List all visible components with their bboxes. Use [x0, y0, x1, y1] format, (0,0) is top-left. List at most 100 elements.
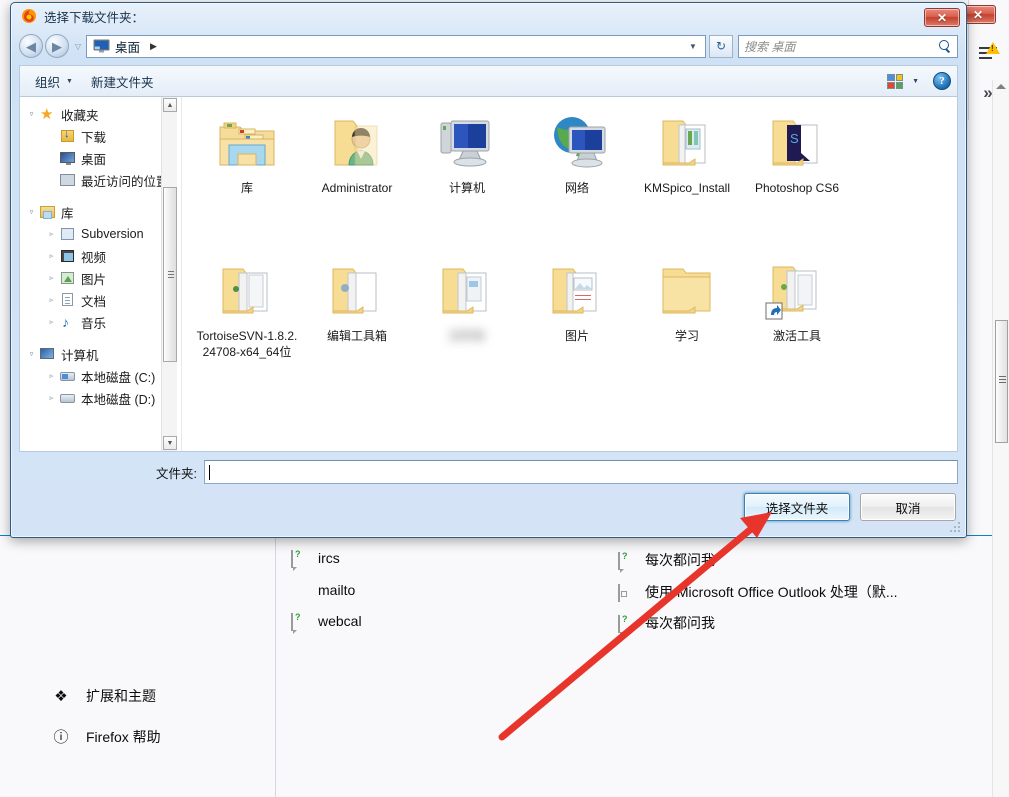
list-item[interactable]: 每次都问我 — [618, 613, 715, 633]
sidebar-item-computer[interactable]: ▿ 计算机 — [20, 343, 177, 365]
organize-button[interactable]: 组织 ▼ — [26, 68, 82, 95]
list-item[interactable]: 使用 Microsoft Office Outlook 处理（默... — [618, 582, 898, 602]
puzzle-piece-icon: ❖ — [54, 688, 68, 705]
scrollbar-thumb[interactable] — [995, 320, 1008, 443]
expander-icon[interactable]: ▹ — [44, 318, 59, 326]
expander-icon[interactable]: ▿ — [24, 208, 39, 216]
sidebar-item-firefox-help[interactable]: ⓘ Firefox 帮助 — [52, 726, 161, 747]
dialog-body: ▿ ★ 收藏夹 下载 桌面 最近访问的位置 ▿ — [19, 96, 958, 452]
refresh-icon[interactable]: ↻ — [709, 34, 733, 58]
list-item[interactable]: Administrator — [302, 105, 412, 253]
sidebar-item-label: 视频 — [81, 250, 107, 265]
hamburger-menu-icon[interactable] — [973, 38, 1003, 68]
sidebar-item-label: 文档 — [81, 294, 107, 309]
expander-icon[interactable]: ▹ — [44, 230, 59, 238]
folder-name-row: 文件夹: — [19, 458, 958, 486]
firefox-logo-icon — [21, 8, 37, 24]
unknown-protocol-icon — [618, 615, 634, 633]
expander-icon[interactable]: ▿ — [24, 350, 39, 358]
list-item[interactable]: 图片 — [522, 253, 632, 401]
list-item[interactable]: S Photoshop CS6 — [742, 105, 852, 253]
sidebar-item-extensions-themes[interactable]: ❖ 扩展和主题 — [52, 686, 156, 706]
expander-icon[interactable]: ▿ — [24, 110, 39, 118]
choose-folder-button[interactable]: 选择文件夹 — [744, 493, 850, 521]
navigation-tree[interactable]: ▿ ★ 收藏夹 下载 桌面 最近访问的位置 ▿ — [20, 97, 177, 451]
sidebar-item-label: Firefox 帮助 — [86, 728, 161, 745]
forward-arrow-icon[interactable]: ▶ — [45, 34, 69, 58]
sidebar-item-pictures[interactable]: ▹ 图片 — [20, 267, 177, 289]
list-item[interactable]: 学习 — [632, 253, 742, 401]
breadcrumb-separator-icon[interactable]: ▶ — [150, 41, 157, 52]
folder-photoshop-icon: S — [765, 113, 829, 173]
sidebar-item-recent-places[interactable]: 最近访问的位置 — [20, 169, 177, 191]
list-item[interactable]: 编辑工具箱 — [302, 253, 412, 401]
list-item[interactable]: ircs — [291, 550, 340, 568]
sidebar-item-label: Subversion — [81, 227, 144, 241]
folder-icon — [655, 261, 719, 321]
back-arrow-icon[interactable]: ◀ — [19, 34, 43, 58]
expander-icon[interactable]: ▹ — [44, 394, 59, 402]
tree-scrollbar-thumb[interactable] — [163, 187, 177, 362]
file-list-scrollbar[interactable] — [941, 97, 957, 451]
list-item[interactable]: 网络 — [522, 105, 632, 253]
sidebar-item-subversion[interactable]: ▹ Subversion — [20, 223, 177, 245]
tree-scrollbar[interactable]: ▲ ▼ — [161, 97, 177, 451]
breadcrumb-chevron-down-icon[interactable]: ▼ — [685, 42, 701, 51]
expander-icon[interactable]: ▹ — [44, 274, 59, 282]
scroll-down-arrow-icon[interactable]: ▼ — [163, 436, 177, 450]
expander-icon[interactable]: ▹ — [44, 252, 59, 260]
folder-name-input[interactable] — [204, 460, 958, 484]
resize-grip-icon[interactable] — [950, 522, 962, 534]
list-item[interactable]: KMSpico_Install — [632, 105, 742, 253]
cancel-button[interactable]: 取消 — [860, 493, 956, 521]
recent-locations-caret-icon[interactable]: ▽ — [71, 42, 85, 51]
file-list-pane[interactable]: 库 Administrator 计算机 网络 KMSpico_Install S… — [181, 97, 957, 451]
breadcrumb-current[interactable]: 桌面 — [115, 37, 140, 56]
list-item[interactable]: 激活工具 — [742, 253, 852, 401]
network-icon — [545, 113, 609, 173]
computer-icon — [39, 347, 56, 362]
search-input[interactable]: 搜索 桌面 — [738, 34, 958, 58]
scroll-up-arrow-icon[interactable] — [996, 84, 1006, 89]
breadcrumb[interactable]: 桌面 ▶ ▼ — [86, 34, 706, 58]
sidebar-item-local-disk-c[interactable]: ▹ 本地磁盘 (C:) — [20, 365, 177, 387]
sidebar-item-documents[interactable]: ▹ 文档 — [20, 289, 177, 311]
page-scrollbar[interactable] — [992, 80, 1009, 797]
scroll-up-arrow-icon[interactable]: ▲ — [163, 98, 177, 112]
file-label: Administrator — [321, 181, 393, 195]
file-label: Photoshop CS6 — [754, 181, 840, 195]
expander-icon[interactable]: ▹ — [44, 296, 59, 304]
list-item[interactable]: mailto — [291, 582, 355, 598]
documents-icon — [59, 292, 76, 308]
list-item[interactable]: 库 — [192, 105, 302, 253]
folder-icon — [435, 261, 499, 321]
list-item[interactable]: 计算机 — [412, 105, 522, 253]
library-icon — [39, 205, 56, 220]
organize-label: 组织 — [35, 75, 61, 90]
dialog-titlebar[interactable]: 选择下载文件夹： — [11, 3, 966, 29]
list-item[interactable]: webcal — [291, 613, 362, 631]
list-item[interactable]: 文件夹 — [412, 253, 522, 401]
sidebar-item-downloads[interactable]: 下载 — [20, 125, 177, 147]
system-disk-icon — [59, 369, 76, 384]
list-item[interactable]: 每次都问我 — [618, 550, 715, 570]
dialog-close-button[interactable]: ✕ — [924, 8, 960, 27]
forward-glyph: ▶ — [52, 38, 62, 54]
view-mode-chevron-down-icon[interactable]: ▼ — [912, 78, 919, 85]
sidebar-item-label: 图片 — [81, 272, 107, 287]
sidebar-item-music[interactable]: ▹ ♪ 音乐 — [20, 311, 177, 333]
view-mode-icon[interactable] — [887, 73, 904, 89]
sidebar-item-videos[interactable]: ▹ 视频 — [20, 245, 177, 267]
protocol-name: mailto — [318, 582, 356, 598]
help-icon[interactable]: ? — [933, 72, 951, 90]
sidebar-item-libraries[interactable]: ▿ 库 — [20, 201, 177, 223]
no-icon-placeholder — [291, 582, 307, 598]
expander-icon[interactable]: ▹ — [44, 372, 59, 380]
sidebar-item-local-disk-d[interactable]: ▹ 本地磁盘 (D:) — [20, 387, 177, 409]
subversion-icon — [59, 227, 76, 242]
sidebar-item-favorites[interactable]: ▿ ★ 收藏夹 — [20, 103, 177, 125]
list-item[interactable]: TortoiseSVN-1.8.2.24708-x64_64位 — [192, 253, 302, 401]
new-folder-button[interactable]: 新建文件夹 — [82, 68, 163, 95]
file-label: KMSpico_Install — [643, 181, 731, 195]
sidebar-item-desktop[interactable]: 桌面 — [20, 147, 177, 169]
